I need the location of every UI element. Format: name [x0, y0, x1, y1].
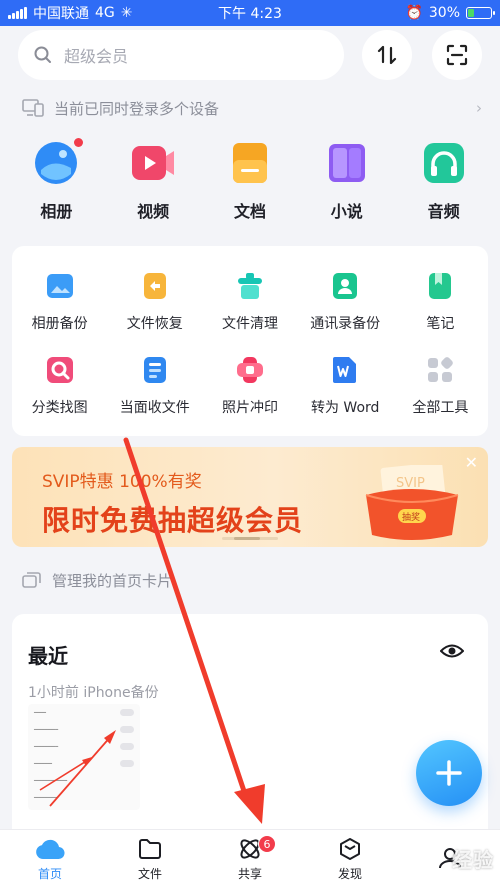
add-button[interactable] — [416, 740, 482, 806]
tool-contacts-backup[interactable]: 通讯录备份 — [298, 260, 393, 344]
tool-receive-file[interactable]: 当面收文件 — [107, 344, 202, 428]
category-row: 相册 视频 文档 小说 音频 — [0, 138, 500, 222]
album-icon — [33, 138, 84, 186]
novel-icon — [324, 140, 370, 186]
tab-bar: 首页 文件 6 共享 发现 — [0, 829, 500, 889]
cards-icon — [22, 572, 41, 588]
tab-files[interactable]: 文件 — [100, 830, 200, 889]
discover-icon — [340, 838, 360, 860]
convert-word-icon — [333, 357, 357, 383]
banner-pager — [222, 537, 278, 540]
document-icon — [227, 140, 273, 186]
transfer-button[interactable] — [362, 30, 412, 80]
svg-text:抽奖: 抽奖 — [402, 511, 420, 523]
network-type: 4G — [95, 5, 115, 21]
audio-icon — [421, 140, 467, 186]
promo-banner[interactable]: SVIP特惠 100%有奖 限时免费抽超级会员 ✕ SVIP 抽奖 — [12, 447, 488, 547]
svg-text:SVIP: SVIP — [396, 476, 425, 491]
alarm-icon: ⏰ — [405, 5, 423, 21]
tool-image-search[interactable]: 分类找图 — [12, 344, 107, 428]
loading-icon: ✳ — [120, 5, 133, 21]
category-novel[interactable]: 小说 — [302, 140, 392, 222]
signal-icon — [8, 7, 27, 19]
manage-text: 管理我的首页卡片 — [52, 571, 173, 590]
scan-icon — [446, 44, 468, 66]
receive-file-icon — [143, 357, 166, 383]
tool-photo-print[interactable]: 照片冲印 — [202, 344, 297, 428]
carrier: 中国联通 — [33, 6, 89, 22]
plus-icon — [436, 760, 462, 786]
home-cloud-icon — [36, 839, 65, 860]
notice-text: 当前已同时登录多个设备 — [54, 99, 220, 118]
tab-share[interactable]: 6 共享 — [200, 830, 300, 889]
photo-print-icon — [236, 357, 263, 383]
video-icon — [130, 140, 176, 186]
tool-file-cleanup[interactable]: 文件清理 — [202, 260, 297, 344]
banner-title: 限时免费抽超级会员 — [42, 504, 304, 537]
recent-card: 最近 1小时前 iPhone备份 ━━━━ ━━━━━━━━ ━━━━━━━━ … — [12, 614, 488, 844]
all-tools-icon — [428, 357, 454, 382]
category-audio[interactable]: 音频 — [399, 140, 489, 222]
tools-card: 相册备份 文件恢复 文件清理 通讯录备份 笔记 分类找图 当面收文件 照片冲印 … — [12, 246, 488, 436]
tab-discover[interactable]: 发现 — [300, 830, 400, 889]
notes-icon — [429, 273, 452, 299]
tool-all-tools[interactable]: 全部工具 — [393, 344, 488, 428]
search-bar[interactable]: 超级会员 — [18, 30, 344, 80]
battery-icon — [466, 7, 495, 19]
recent-title: 最近 — [28, 644, 68, 668]
file-cleanup-icon — [237, 273, 262, 299]
tool-file-restore[interactable]: 文件恢复 — [107, 260, 202, 344]
new-dot — [74, 138, 84, 147]
battery-percent: 30% — [428, 5, 460, 21]
search-placeholder: 超级会员 — [64, 47, 129, 66]
folder-icon — [139, 839, 161, 859]
clock: 下午 4:23 — [218, 6, 282, 22]
file-restore-icon — [143, 273, 166, 299]
category-document[interactable]: 文档 — [205, 140, 295, 222]
status-bar: 中国联通 4G ✳ 下午 4:23 ⏰ 30% — [0, 0, 500, 26]
transfer-icon — [377, 45, 397, 65]
image-search-icon — [46, 357, 73, 383]
eye-icon[interactable] — [440, 640, 464, 662]
backup-thumbnail[interactable]: ━━━━ ━━━━━━━━ ━━━━━━━━ ━━━━━━ ━━━━━━━━━━… — [28, 704, 140, 810]
prize-box-icon: SVIP 抽奖 — [365, 465, 459, 540]
banner-subtitle: SVIP特惠 100%有奖 — [42, 472, 202, 492]
recent-meta: 1小时前 iPhone备份 — [28, 685, 159, 701]
contacts-backup-icon — [333, 273, 358, 299]
share-badge: 6 — [258, 835, 276, 853]
tool-photo-backup[interactable]: 相册备份 — [12, 260, 107, 344]
photo-backup-icon — [46, 274, 73, 298]
tab-home[interactable]: 首页 — [0, 830, 100, 889]
multi-device-notice[interactable]: 当前已同时登录多个设备 › — [22, 96, 482, 120]
devices-icon — [22, 99, 44, 117]
tool-notes[interactable]: 笔记 — [393, 260, 488, 344]
watermark: 经验 — [452, 848, 494, 872]
category-video[interactable]: 视频 — [108, 140, 198, 222]
search-icon — [34, 46, 51, 63]
scan-button[interactable] — [432, 30, 482, 80]
tool-convert-word[interactable]: 转为 Word — [298, 344, 393, 428]
manage-cards-link[interactable]: 管理我的首页卡片 — [22, 568, 482, 592]
chevron-right-icon: › — [476, 99, 482, 117]
category-album[interactable]: 相册 — [11, 138, 101, 222]
close-icon[interactable]: ✕ — [465, 453, 478, 472]
